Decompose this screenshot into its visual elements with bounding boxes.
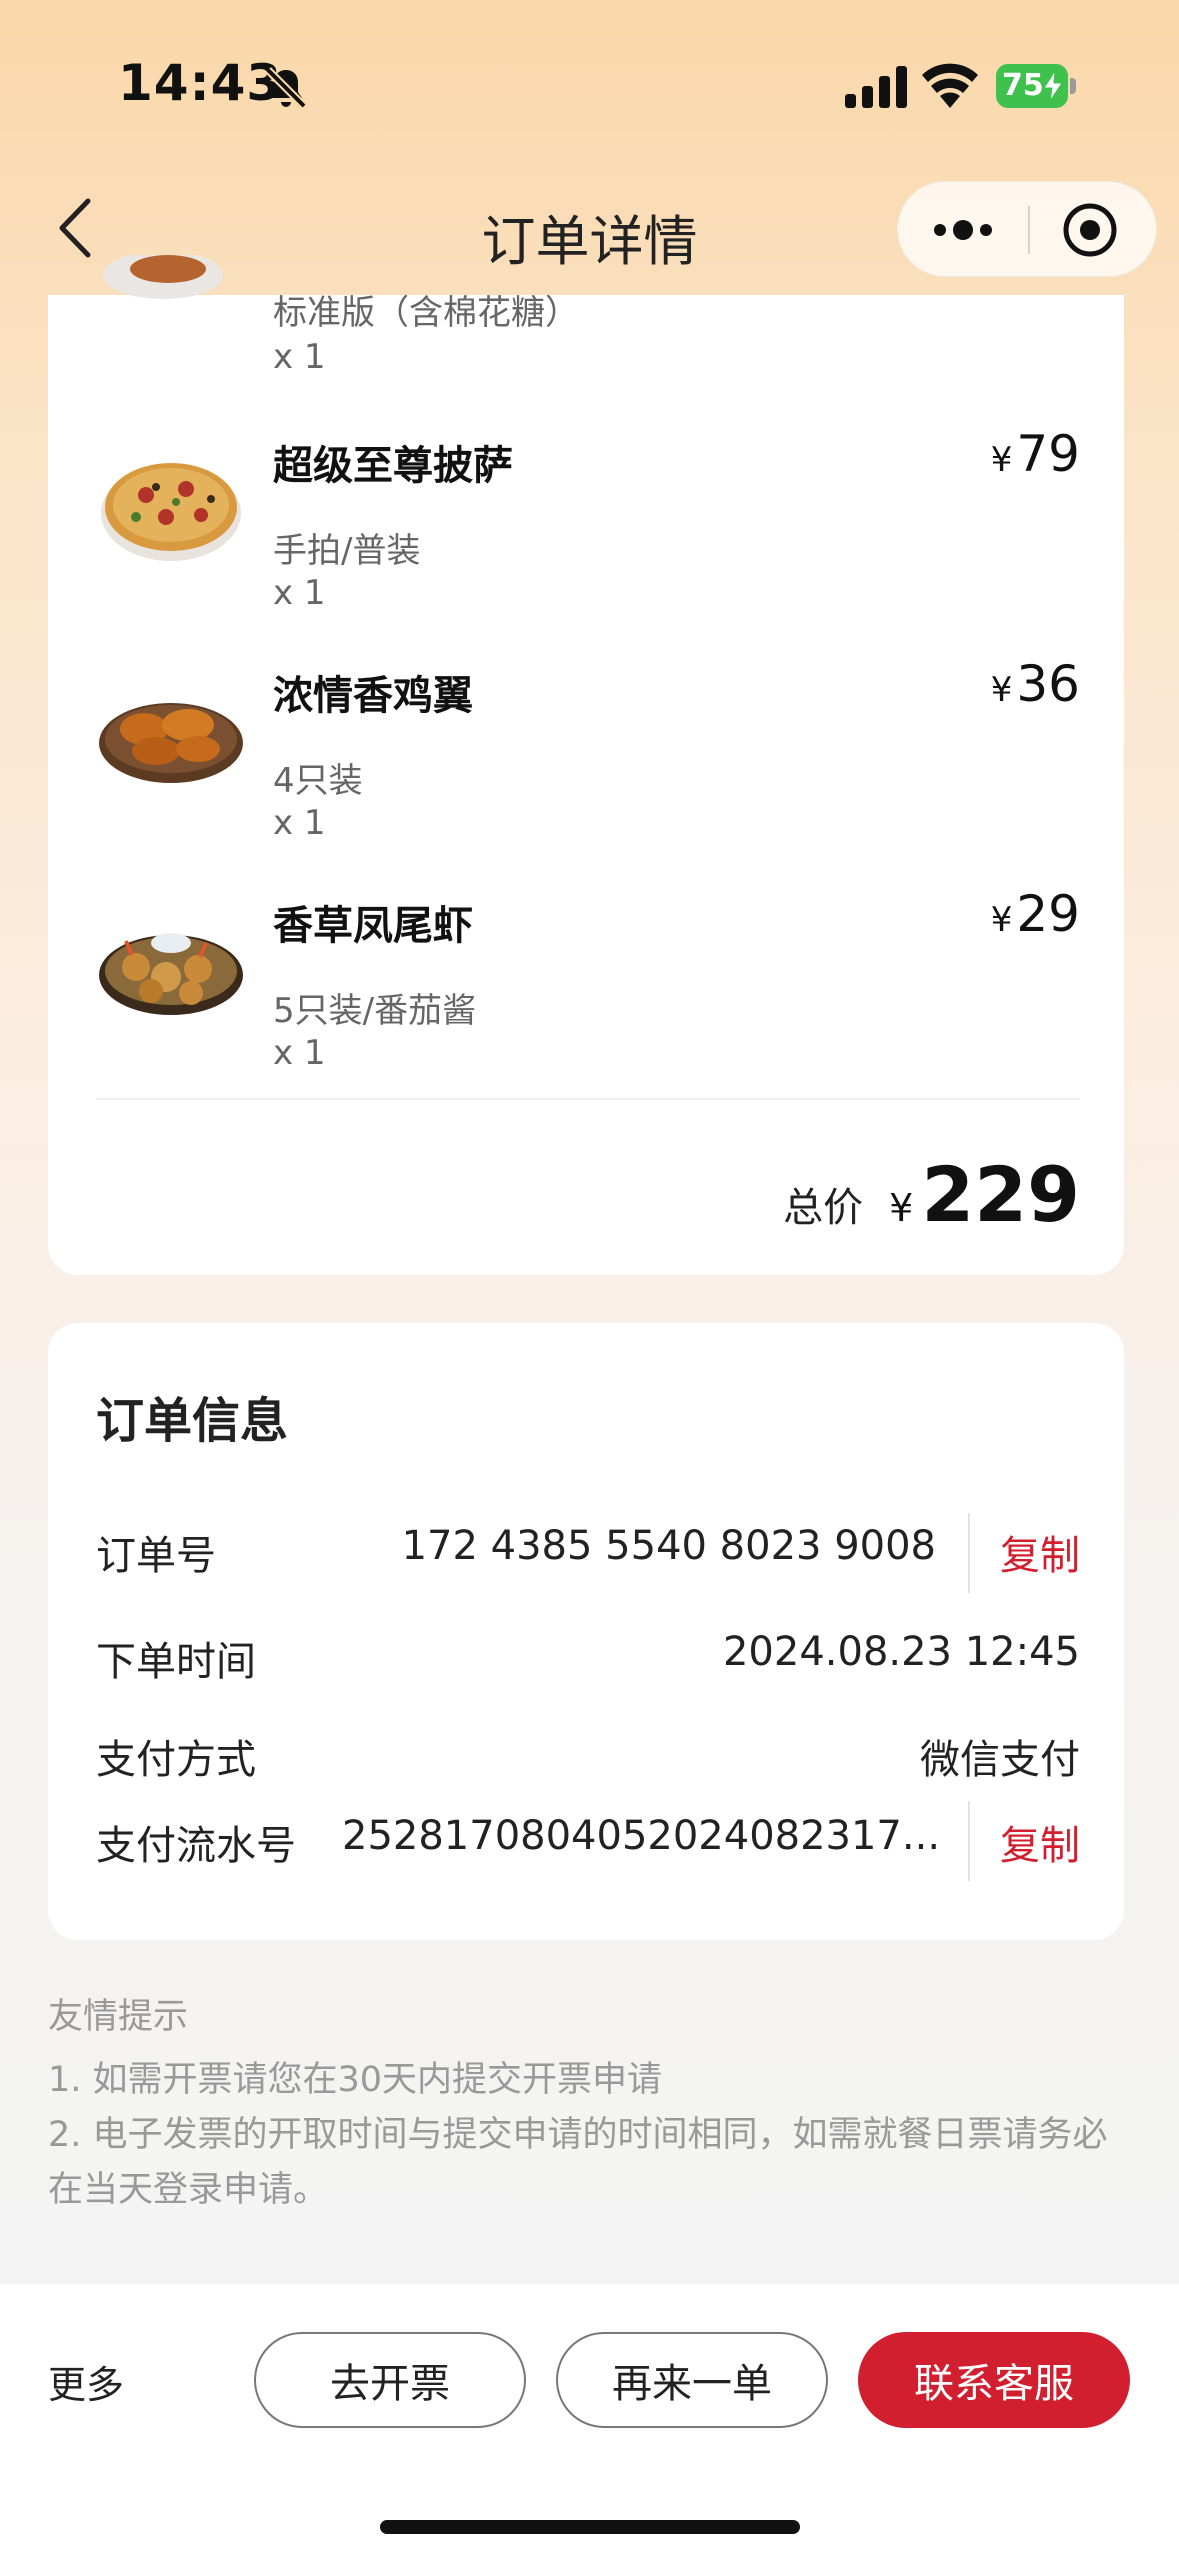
total-value: 229 bbox=[921, 1150, 1080, 1239]
item-name: 浓情香鸡翼 bbox=[273, 673, 473, 719]
bottom-action-bar: 更多 去开票 再来一单 联系客服 bbox=[0, 2284, 1179, 2556]
home-indicator bbox=[380, 2520, 800, 2534]
item-qty: x 1 bbox=[273, 1033, 326, 1073]
status-time: 14:43 bbox=[118, 54, 283, 112]
item-variant: 标准版（含棉花糖） bbox=[273, 293, 579, 333]
copy-pay-serial-button[interactable]: 复制 bbox=[1000, 1813, 1080, 1871]
item-variant: 4只装 bbox=[273, 761, 363, 801]
tips-body: 1. 如需开票请您在30天内提交开票申请 2. 电子发票的开取时间与提交申请的时… bbox=[48, 2053, 1138, 2218]
price-value: 29 bbox=[1016, 885, 1080, 943]
reorder-button[interactable]: 再来一单 bbox=[556, 2332, 828, 2428]
order-total: 总价 ¥ 229 bbox=[783, 1150, 1080, 1239]
marshmallow-dessert-image bbox=[103, 255, 223, 299]
item-name: 超级至尊披萨 bbox=[273, 443, 513, 489]
total-label: 总价 bbox=[783, 1185, 864, 1231]
wifi-icon bbox=[922, 63, 978, 108]
price-value: 36 bbox=[1016, 655, 1080, 713]
status-bar: 14:43 75 bbox=[0, 0, 1179, 175]
order-time-label: 下单时间 bbox=[96, 1639, 256, 1685]
contact-service-button[interactable]: 联系客服 bbox=[858, 2332, 1130, 2428]
item-variant: 手拍/普装 bbox=[273, 531, 421, 571]
price-value: 79 bbox=[1016, 425, 1080, 483]
battery-indicator: 75 bbox=[996, 64, 1076, 108]
item-variant: 5只装/番茄酱 bbox=[273, 991, 477, 1031]
order-items-card: 标准版（含棉花糖） x 1 超级至尊披萨 ¥79 手拍/普装 x 1 浓情香鸡翼… bbox=[48, 255, 1124, 1275]
currency-symbol: ¥ bbox=[889, 1186, 914, 1230]
item-price: ¥29 bbox=[991, 885, 1080, 943]
miniprogram-capsule bbox=[897, 181, 1157, 277]
divider bbox=[96, 1098, 1080, 1100]
divider bbox=[968, 1513, 970, 1593]
pay-method-label: 支付方式 bbox=[96, 1737, 256, 1783]
order-no-value: 172 4385 5540 8023 9008 bbox=[401, 1523, 936, 1569]
order-info-card: 订单信息 订单号 172 4385 5540 8023 9008 复制 下单时间… bbox=[48, 1323, 1124, 1940]
cellular-signal-icon bbox=[845, 66, 907, 108]
pay-method-value: 微信支付 bbox=[920, 1737, 1080, 1783]
item-qty: x 1 bbox=[273, 337, 326, 377]
item-price: ¥36 bbox=[991, 655, 1080, 713]
currency-symbol: ¥ bbox=[990, 900, 1013, 940]
item-price: ¥79 bbox=[991, 425, 1080, 483]
bell-muted-icon bbox=[265, 67, 307, 109]
tips-title: 友情提示 bbox=[48, 1997, 189, 2037]
pay-serial-label: 支付流水号 bbox=[96, 1823, 296, 1869]
chicken-wings-image bbox=[99, 703, 243, 783]
more-dots-icon[interactable] bbox=[928, 206, 998, 254]
item-qty: x 1 bbox=[273, 573, 326, 613]
item-name: 香草凤尾虾 bbox=[273, 903, 473, 949]
order-no-label: 订单号 bbox=[96, 1533, 216, 1579]
tip-line: 2. 电子发票的开取时间与提交申请的时间相同，如需就餐日票请务必在当天登录申请。 bbox=[48, 2115, 1108, 2210]
divider bbox=[968, 1801, 970, 1881]
pizza-image bbox=[101, 463, 241, 561]
charging-bolt-icon bbox=[1043, 71, 1063, 101]
close-target-icon[interactable] bbox=[1062, 202, 1118, 258]
fried-shrimp-image bbox=[99, 933, 243, 1015]
currency-symbol: ¥ bbox=[990, 670, 1013, 710]
pay-serial-value: 2528170804052024082317... bbox=[342, 1813, 941, 1859]
order-time-value: 2024.08.23 12:45 bbox=[722, 1629, 1080, 1675]
section-title: 订单信息 bbox=[96, 1393, 289, 1449]
invoice-button[interactable]: 去开票 bbox=[254, 2332, 526, 2428]
tip-line: 1. 如需开票请您在30天内提交开票申请 bbox=[48, 2060, 663, 2100]
more-button[interactable]: 更多 bbox=[48, 2354, 124, 2409]
battery-level: 75 bbox=[1002, 68, 1044, 103]
copy-order-no-button[interactable]: 复制 bbox=[1000, 1523, 1080, 1581]
currency-symbol: ¥ bbox=[990, 440, 1013, 480]
item-qty: x 1 bbox=[273, 803, 326, 843]
capsule-divider bbox=[1028, 206, 1030, 254]
